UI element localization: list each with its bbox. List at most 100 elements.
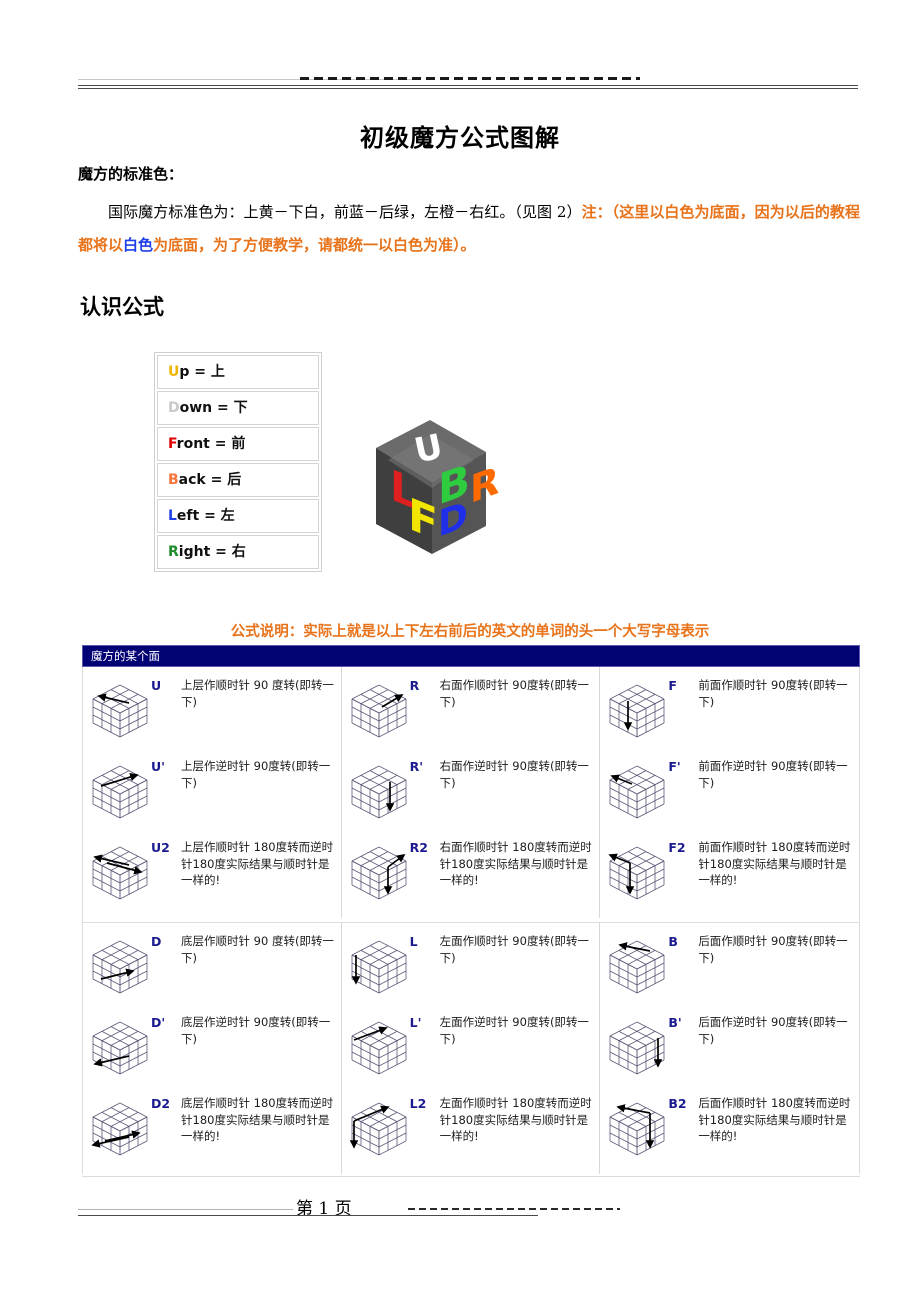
cube-thumbnail	[89, 935, 151, 997]
move-cell-Uprime: U' 上层作逆时针 90度转(即转一下)	[83, 752, 341, 833]
move-description: 后面作逆时针 90度转(即转一下)	[698, 1015, 848, 1046]
cube-thumbnail-icon	[91, 1102, 148, 1156]
move-cell-L2: L2 左面作顺时针 180度转而逆时针180度实际结果与顺时针是一样的!	[342, 1089, 600, 1170]
legend-initial: U	[168, 364, 180, 380]
move-cell-Lprime: L' 左面作逆时针 90度转(即转一下)	[342, 1008, 600, 1089]
move-column-L: L 左面作顺时针 90度转(即转一下) L' 左面作逆时针 90度转(即转一下) L2 左…	[342, 923, 601, 1174]
move-description: 左面作顺时针 90度转(即转一下)	[439, 934, 589, 965]
move-description: 右面作顺时针 180度转而逆时针180度实际结果与顺时针是一样的!	[439, 840, 592, 887]
legend-row-d: Down = 下	[157, 391, 319, 425]
legend-initial: R	[168, 544, 179, 560]
legend-initial: F	[168, 436, 177, 452]
face-legend-box: Up = 上 Down = 下 Front = 前 Back = 后 Left = 左R…	[154, 352, 322, 572]
move-description: 前面作逆时针 90度转(即转一下)	[698, 759, 848, 790]
cube-thumbnail-icon	[349, 1102, 407, 1156]
legend-text: ront = 前	[176, 436, 246, 452]
cube-thumbnail-icon	[351, 684, 407, 738]
move-table-bottom-rule	[82, 1176, 860, 1177]
move-code: D2	[151, 1096, 171, 1111]
move-cell-D2: D2 底层作顺时针 180度转而逆时针180度实际结果与顺时针是一样的!	[83, 1089, 341, 1170]
legend-row-r: Right = 右	[157, 535, 319, 569]
move-code: U	[151, 678, 162, 693]
header-rule-lower	[78, 88, 858, 89]
move-description: 右面作逆时针 90度转(即转一下)	[439, 759, 589, 790]
move-cell-F: F 前面作顺时针 90度转(即转一下)	[600, 671, 859, 752]
move-table-top-half: U 上层作顺时针 90 度转(即转一下) U' 上层作逆时针 90度转(即转一下) U2…	[83, 667, 859, 918]
cube-thumbnail	[89, 841, 151, 903]
legend-row-f: Front = 前	[157, 427, 319, 461]
cube-thumbnail-icon	[92, 765, 148, 819]
cube-thumbnail-icon	[351, 846, 407, 900]
rubiks-cube-face-labels-icon: U L F B R D	[376, 420, 499, 554]
move-cell-R: R 右面作顺时针 90度转(即转一下)	[342, 671, 600, 752]
move-cell-Fprime: F' 前面作逆时针 90度转(即转一下)	[600, 752, 859, 833]
move-cell-B: B 后面作顺时针 90度转(即转一下)	[600, 927, 859, 1008]
move-description: 底层作顺时针 180度转而逆时针180度实际结果与顺时针是一样的!	[181, 1096, 334, 1143]
footer-dashed-line	[408, 1208, 620, 1210]
move-code: F2	[668, 840, 686, 855]
svg-text:R: R	[470, 459, 499, 513]
legend-row-u: Up = 上	[157, 355, 319, 389]
learn-formula-heading: 认识公式	[80, 294, 164, 319]
move-code: L	[409, 934, 418, 949]
move-description: 后面作顺时针 90度转(即转一下)	[698, 934, 848, 965]
footer-rule	[78, 1215, 538, 1216]
standard-color-label: 魔方的标准色：	[78, 165, 184, 183]
move-table: 魔方的某个面 U 上层作顺时针 90 度转(即转一下) U' 上层作逆时针 90度转(…	[82, 645, 860, 1177]
legend-text: p = 上	[179, 364, 225, 380]
cube-thumbnail-icon	[351, 1021, 407, 1075]
header-dashed-line	[300, 77, 640, 80]
move-cell-Rprime: R' 右面作逆时针 90度转(即转一下)	[342, 752, 600, 833]
move-cell-F2: F2 前面作顺时针 180度转而逆时针180度实际结果与顺时针是一样的!	[600, 833, 859, 914]
cube-thumbnail	[606, 760, 668, 822]
move-description: 前面作顺时针 180度转而逆时针180度实际结果与顺时针是一样的!	[698, 840, 851, 887]
cube-thumbnail	[89, 760, 151, 822]
move-description: 左面作顺时针 180度转而逆时针180度实际结果与顺时针是一样的!	[439, 1096, 592, 1143]
move-description: 底层作顺时针 90 度转(即转一下)	[181, 934, 334, 965]
move-code: R	[409, 678, 420, 693]
cube-thumbnail-icon	[608, 846, 665, 900]
cube-thumbnail	[606, 1016, 668, 1078]
footer-left-line	[78, 1209, 308, 1210]
move-code: L2	[409, 1096, 427, 1111]
cube-thumbnail-icon	[92, 1021, 148, 1075]
cube-thumbnail-icon	[351, 765, 407, 819]
move-column-D: D 底层作顺时针 90 度转(即转一下) D' 底层作逆时针 90度转(即转一下) D2…	[83, 923, 342, 1174]
move-table-header: 魔方的某个面	[82, 645, 860, 667]
move-code: U'	[151, 759, 165, 774]
move-column-B: B 后面作顺时针 90度转(即转一下) B' 后面作逆时针 90度转(即转一下) B2 后…	[600, 923, 859, 1174]
cube-thumbnail-icon	[351, 940, 407, 994]
legend-initial: D	[168, 400, 180, 416]
move-cell-R2: R2 右面作顺时针 180度转而逆时针180度实际结果与顺时针是一样的!	[342, 833, 600, 914]
cube-thumbnail	[348, 1016, 410, 1078]
move-description: 后面作顺时针 180度转而逆时针180度实际结果与顺时针是一样的!	[698, 1096, 851, 1143]
move-cell-D: D 底层作顺时针 90 度转(即转一下)	[83, 927, 341, 1008]
move-code: L'	[409, 1015, 422, 1030]
move-table-body: U 上层作顺时针 90 度转(即转一下) U' 上层作逆时针 90度转(即转一下) U2…	[82, 667, 860, 1174]
move-code: R2	[409, 840, 428, 855]
cube-thumbnail-icon	[92, 846, 148, 900]
cube-thumbnail	[606, 935, 668, 997]
move-code: D'	[151, 1015, 166, 1030]
cube-thumbnail-icon	[609, 940, 665, 994]
move-description: 前面作顺时针 90度转(即转一下)	[698, 678, 848, 709]
cube-figure: U L F B R D	[358, 408, 503, 563]
move-cell-L: L 左面作顺时针 90度转(即转一下)	[342, 927, 600, 1008]
move-description: 右面作顺时针 90度转(即转一下)	[439, 678, 589, 709]
legend-text: ack = 后	[178, 472, 242, 488]
legend-text: own = 下	[179, 400, 248, 416]
cube-thumbnail	[89, 679, 151, 741]
cube-thumbnail	[348, 679, 410, 741]
legend-initial: L	[168, 508, 177, 524]
cube-thumbnail-icon	[609, 765, 665, 819]
cube-thumbnail	[606, 841, 668, 903]
move-code: B2	[668, 1096, 687, 1111]
move-description: 左面作逆时针 90度转(即转一下)	[439, 1015, 589, 1046]
cube-thumbnail	[348, 760, 410, 822]
page-footer: 第 1 页	[78, 1194, 620, 1222]
cube-thumbnail	[348, 841, 410, 903]
page-top-rule	[78, 72, 858, 94]
move-cell-U: U 上层作顺时针 90 度转(即转一下)	[83, 671, 341, 752]
cube-thumbnail	[89, 1016, 151, 1078]
move-description: 上层作逆时针 90度转(即转一下)	[181, 759, 331, 790]
